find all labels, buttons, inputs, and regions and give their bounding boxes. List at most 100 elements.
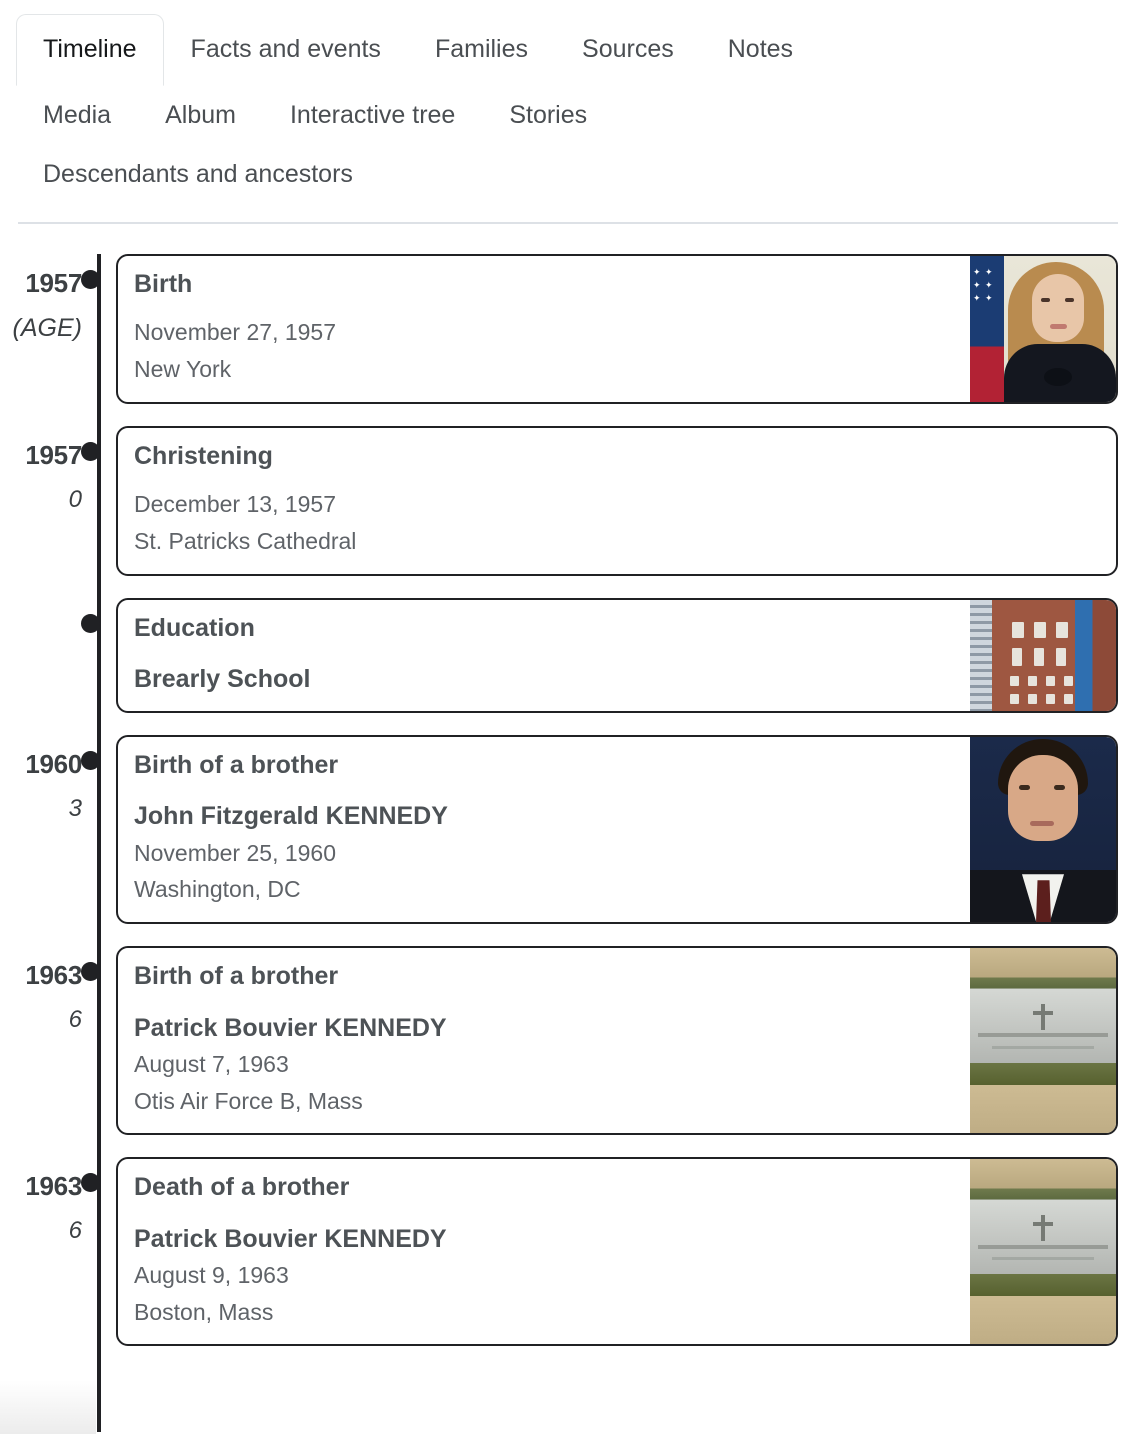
eye-left-shape: [1019, 785, 1030, 791]
inscription-shape: [978, 1033, 1108, 1038]
timeline-event-card[interactable]: Death of a brother Patrick Bouvier KENNE…: [116, 1157, 1118, 1347]
tab-facts-and-events-label: Facts and events: [190, 35, 381, 63]
tab-stories-label: Stories: [509, 101, 588, 129]
timeline-event-card[interactable]: Birth of a brother John Fitzgerald KENNE…: [116, 735, 1118, 925]
timeline-year: 1963: [25, 960, 82, 991]
event-person: John Fitzgerald KENNEDY: [134, 802, 448, 831]
timeline-event-row: 1963 6 Death of a brother Patrick Bouvie…: [0, 1157, 1134, 1347]
tab-sources[interactable]: Sources: [555, 14, 701, 86]
tab-row-3: Descendants and ancestors: [16, 145, 1118, 204]
tab-timeline[interactable]: Timeline: [16, 14, 164, 86]
timeline-event-card[interactable]: Christening December 13, 1957 St. Patric…: [116, 425, 1118, 576]
timeline-card-body: Birth November 27, 1957 New York: [118, 256, 970, 402]
timeline-event-card[interactable]: Education Brearly School: [116, 597, 1118, 714]
event-place: Boston, Mass: [134, 1298, 274, 1325]
event-title: Death of a brother: [134, 1173, 350, 1202]
tab-media-label: Media: [43, 101, 112, 129]
timeline-list: 1957 (AGE) Birth November 27, 1957 New Y…: [0, 254, 1134, 1433]
event-thumbnail[interactable]: [970, 256, 1116, 402]
timeline-event-row: Education Brearly School: [0, 597, 1134, 714]
timeline-year-column: 1960 3: [0, 735, 86, 821]
timeline-dot-wrapper: [81, 1157, 110, 1346]
brearley-school-building-photo: [970, 599, 1116, 712]
tab-stories[interactable]: Stories: [482, 86, 614, 145]
event-place: New York: [134, 356, 232, 383]
event-place: St. Patricks Cathedral: [134, 527, 357, 554]
timeline-age: 6: [68, 1006, 82, 1034]
event-thumbnail[interactable]: [970, 948, 1116, 1134]
timeline-card-body: Christening December 13, 1957 St. Patric…: [118, 428, 1116, 574]
event-person: Patrick Bouvier KENNEDY: [134, 1013, 447, 1042]
timeline-dot-wrapper: [81, 946, 110, 1135]
timeline-dot-icon: [81, 270, 100, 289]
tab-album[interactable]: Album: [138, 86, 263, 145]
timeline-year: 1957: [25, 439, 82, 470]
tab-notes[interactable]: Notes: [701, 14, 820, 86]
tower-shape: [970, 599, 992, 712]
window-shape: [1064, 693, 1073, 704]
timeline-card-body: Education Brearly School: [118, 600, 970, 712]
event-thumbnail[interactable]: [970, 1159, 1116, 1345]
caroline-kennedy-portrait-photo: [970, 256, 1116, 402]
timeline-card-body: Death of a brother Patrick Bouvier KENNE…: [118, 1159, 970, 1344]
mouth-shape: [1050, 324, 1067, 329]
window-shape: [1056, 647, 1066, 666]
window-shape: [1010, 693, 1019, 704]
us-flag-icon: [970, 256, 1004, 402]
tab-families[interactable]: Families: [408, 14, 555, 86]
event-thumbnail[interactable]: [970, 737, 1116, 923]
timeline-card-body: Birth of a brother Patrick Bouvier KENNE…: [118, 948, 970, 1133]
event-title: Birth: [134, 270, 193, 298]
eye-right-shape: [1065, 298, 1074, 302]
timeline-event-card[interactable]: Birth November 27, 1957 New York: [116, 254, 1118, 404]
timeline-dot-icon: [81, 1173, 100, 1193]
timeline-year-column: 1957 0: [0, 426, 86, 512]
window-shape: [1028, 693, 1037, 704]
timeline-event-row: 1957 0 Christening December 13, 1957 St.…: [0, 425, 1134, 576]
tab-timeline-label: Timeline: [43, 35, 137, 63]
event-title: Christening: [134, 441, 273, 470]
inscription-shape: [992, 1257, 1094, 1261]
timeline-age: 3: [68, 795, 82, 823]
tab-media[interactable]: Media: [16, 86, 138, 145]
nav-divider: [18, 222, 1118, 224]
face-shape: [1032, 274, 1084, 342]
timeline-year-column: 1963 6: [0, 946, 86, 1032]
event-person: Patrick Bouvier KENNEDY: [134, 1224, 447, 1253]
mouth-shape: [1030, 821, 1054, 827]
eye-left-shape: [1041, 298, 1050, 302]
face-shape: [1008, 755, 1078, 842]
event-person: Brearly School: [134, 664, 311, 693]
john-f-kennedy-jr-portrait-photo: [970, 737, 1116, 923]
timeline-dot-icon: [81, 962, 100, 982]
inscription-shape: [978, 1244, 1108, 1249]
tab-interactive-tree-label: Interactive tree: [289, 101, 456, 129]
bottom-scroll-fade: [0, 1380, 96, 1434]
timeline-dot-icon: [81, 441, 100, 461]
event-title: Birth of a brother: [134, 751, 339, 780]
timeline-dot-icon: [81, 613, 100, 633]
timeline-year-column: 1957 (AGE): [0, 254, 86, 341]
timeline-year: 1957: [25, 268, 82, 298]
tie-shape: [1036, 880, 1051, 923]
event-date: August 9, 1963: [134, 1261, 289, 1288]
timeline-dot-wrapper: [81, 426, 110, 576]
inscription-shape: [992, 1046, 1094, 1050]
timeline-event-card[interactable]: Birth of a brother Patrick Bouvier KENNE…: [116, 946, 1118, 1136]
tab-descendants-and-ancestors[interactable]: Descendants and ancestors: [16, 145, 380, 204]
window-shape: [1064, 675, 1073, 686]
event-date: November 25, 1960: [134, 839, 337, 866]
event-title: Birth of a brother: [134, 962, 339, 991]
event-thumbnail[interactable]: [970, 599, 1116, 712]
timeline-age: (AGE): [12, 314, 82, 342]
event-place: Otis Air Force B, Mass: [134, 1087, 363, 1114]
tab-interactive-tree[interactable]: Interactive tree: [263, 86, 482, 145]
tab-families-label: Families: [434, 35, 529, 63]
patrick-bouvier-kennedy-grave-photo: [970, 1159, 1116, 1345]
tab-facts-and-events[interactable]: Facts and events: [164, 14, 408, 86]
bow-shape: [1044, 367, 1072, 386]
window-shape: [1046, 693, 1055, 704]
window-shape: [1012, 647, 1022, 666]
timeline-year-column: [0, 598, 86, 618]
timeline-year-column: 1963 6: [0, 1157, 86, 1243]
